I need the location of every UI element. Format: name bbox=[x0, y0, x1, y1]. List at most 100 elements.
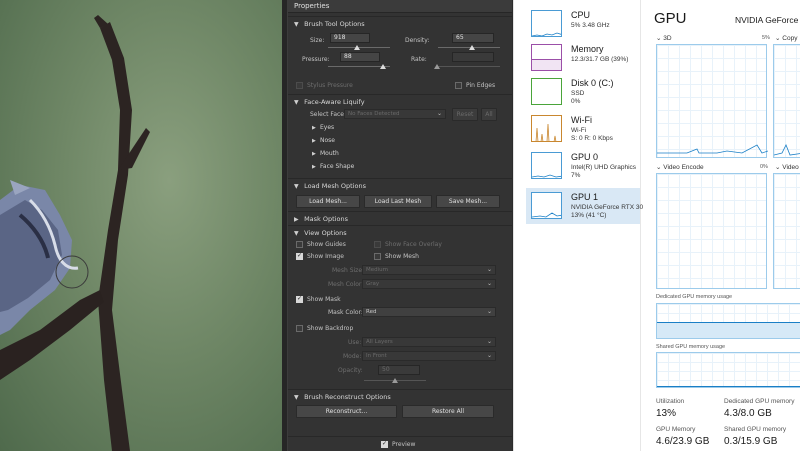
reset-button[interactable]: Reset bbox=[452, 108, 478, 121]
graph-video-encode-percent: 0% bbox=[760, 164, 768, 170]
graph-video-selector[interactable]: ⌄ Video bbox=[775, 163, 799, 171]
gpu-model-name: NVIDIA GeForce bbox=[735, 15, 799, 25]
graph-copy-selector[interactable]: ⌄ Copy bbox=[775, 34, 797, 42]
rate-slider-track[interactable] bbox=[438, 66, 500, 67]
preview-checkbox[interactable] bbox=[381, 440, 388, 448]
dedicated-memory-value: 4.3/8.0 GB bbox=[724, 408, 772, 419]
brush-checkbox-row: Stylus Pressure Pin Edges bbox=[288, 80, 512, 92]
graph-video-encode-label: Video Encode bbox=[663, 164, 704, 171]
density-input[interactable]: 65 bbox=[452, 33, 494, 43]
graph-3d-selector[interactable]: ⌄ 3D bbox=[656, 34, 672, 42]
resource-name: CPU bbox=[571, 10, 591, 20]
stylus-pressure-checkbox[interactable] bbox=[296, 82, 303, 89]
pressure-slider-thumb[interactable] bbox=[380, 64, 386, 69]
resource-gpu-0[interactable]: GPU 0 Intel(R) UHD Graphics 7% bbox=[526, 148, 640, 184]
subsection-mouth[interactable]: ▶ Mouth bbox=[312, 150, 339, 157]
liquify-canvas[interactable] bbox=[0, 0, 282, 451]
resource-memory[interactable]: Memory 12.3/31.7 GB (39%) bbox=[526, 40, 640, 76]
resource-detail: 7% bbox=[571, 172, 581, 179]
graph-copy-label: Copy bbox=[782, 35, 798, 42]
section-brush-tool-options[interactable]: ▼ Brush Tool Options bbox=[288, 16, 512, 30]
resource-name: Memory bbox=[571, 44, 604, 54]
memory-mini-graph bbox=[531, 44, 562, 71]
section-face-aware-liquify[interactable]: ▼ Face-Aware Liquify bbox=[288, 94, 512, 108]
size-slider-thumb[interactable] bbox=[354, 45, 360, 50]
wifi-mini-graph bbox=[531, 115, 562, 142]
show-face-overlay-checkbox[interactable] bbox=[374, 241, 381, 248]
select-face-dropdown[interactable]: No Faces Detected ⌄ bbox=[344, 109, 446, 119]
subsection-face-shape[interactable]: ▶ Face Shape bbox=[312, 163, 354, 170]
load-mesh-button[interactable]: Load Mesh... bbox=[296, 195, 360, 208]
resource-wifi[interactable]: Wi-Fi Wi-Fi S: 0 R: 0 Kbps bbox=[526, 111, 640, 147]
utilization-label: Utilization bbox=[656, 398, 685, 405]
size-label: Size: bbox=[310, 37, 325, 44]
resource-gpu-1[interactable]: GPU 1 NVIDIA GeForce RTX 30 13% (41 °C) bbox=[526, 188, 643, 224]
pressure-input[interactable]: 88 bbox=[340, 52, 380, 62]
resource-detail: Intel(R) UHD Graphics bbox=[571, 164, 637, 171]
show-backdrop-checkbox[interactable] bbox=[296, 325, 303, 332]
subsection-nose[interactable]: ▶ Nose bbox=[312, 137, 335, 144]
reconstruct-button[interactable]: Reconstruct... bbox=[296, 405, 397, 418]
use-dropdown[interactable]: All Layers ⌄ bbox=[362, 337, 496, 347]
mask-color-dropdown[interactable]: Red ⌄ bbox=[362, 307, 496, 317]
preview-label: Preview bbox=[392, 441, 416, 448]
show-mesh-checkbox[interactable] bbox=[374, 253, 381, 260]
subsection-label: Mouth bbox=[320, 150, 339, 157]
subsection-eyes[interactable]: ▶ Eyes bbox=[312, 124, 334, 131]
section-brush-reconstruct-options[interactable]: ▼ Brush Reconstruct Options bbox=[288, 389, 512, 403]
gpu-detail-pane: GPU NVIDIA GeForce ⌄ 3D 5% ⌄ Copy ⌄ Vide… bbox=[642, 0, 800, 451]
section-mask-options[interactable]: ▶ Mask Options bbox=[288, 211, 512, 225]
section-heading: Load Mesh Options bbox=[304, 182, 366, 190]
resource-cpu[interactable]: CPU 5% 3.48 GHz bbox=[526, 6, 640, 42]
section-load-mesh-options[interactable]: ▼ Load Mesh Options bbox=[288, 178, 512, 192]
shared-memory-graph-label: Shared GPU memory usage bbox=[656, 344, 726, 350]
gpu0-mini-graph bbox=[531, 152, 562, 179]
opacity-slider-thumb[interactable] bbox=[392, 378, 398, 383]
graph-video-encode-selector[interactable]: ⌄ Video Encode bbox=[656, 163, 704, 171]
size-input[interactable]: 918 bbox=[330, 33, 370, 43]
mesh-size-dropdown[interactable]: Medium ⌄ bbox=[362, 265, 496, 275]
use-value: All Layers bbox=[366, 339, 393, 345]
resource-name: Disk 0 (C:) bbox=[571, 78, 614, 88]
section-view-options[interactable]: ▼ View Options bbox=[288, 225, 512, 239]
brush-options-group: Size: 918 Density: 65 Pressure: 88 Rate: bbox=[288, 30, 512, 80]
pin-edges-label: Pin Edges bbox=[466, 82, 496, 89]
restore-all-button[interactable]: Restore All bbox=[402, 405, 494, 418]
stylus-pressure-label: Stylus Pressure bbox=[307, 82, 353, 89]
mask-color-value: Red bbox=[366, 309, 377, 315]
rate-input[interactable] bbox=[452, 52, 494, 62]
resource-detail: 0% bbox=[571, 98, 581, 105]
show-mesh-label: Show Mesh bbox=[385, 253, 419, 260]
mesh-color-dropdown[interactable]: Gray ⌄ bbox=[362, 279, 496, 289]
show-guides-label: Show Guides bbox=[307, 241, 346, 248]
density-slider-thumb[interactable] bbox=[469, 45, 475, 50]
dedicated-memory-label: Dedicated GPU memory bbox=[724, 398, 795, 405]
pin-edges-checkbox[interactable] bbox=[455, 82, 462, 89]
resource-disk[interactable]: Disk 0 (C:) SSD 0% bbox=[526, 74, 640, 110]
show-mask-checkbox[interactable] bbox=[296, 295, 303, 303]
select-face-label: Select Face: bbox=[310, 111, 347, 118]
all-button[interactable]: All bbox=[481, 108, 497, 121]
save-mesh-button[interactable]: Save Mesh... bbox=[436, 195, 500, 208]
bird-on-branch-image bbox=[0, 15, 150, 451]
subsection-label: Face Shape bbox=[320, 163, 355, 170]
panel-title: Properties bbox=[288, 0, 512, 13]
opacity-input[interactable]: 50 bbox=[378, 365, 420, 375]
mesh-size-value: Medium bbox=[366, 267, 388, 273]
show-image-checkbox[interactable] bbox=[296, 252, 303, 260]
rate-slider-thumb[interactable] bbox=[434, 64, 440, 69]
section-heading: View Options bbox=[304, 229, 347, 237]
mode-label: Mode: bbox=[343, 353, 362, 360]
mask-color-label: Mask Color: bbox=[328, 309, 363, 316]
cpu-mini-graph bbox=[531, 10, 562, 37]
mode-dropdown[interactable]: In Front ⌄ bbox=[362, 351, 496, 361]
collapsed-triangle-icon: ▶ bbox=[312, 164, 316, 170]
load-last-mesh-button[interactable]: Load Last Mesh bbox=[364, 195, 432, 208]
section-heading: Face-Aware Liquify bbox=[304, 98, 365, 106]
graph-3d-label: 3D bbox=[663, 35, 672, 42]
utilization-value: 13% bbox=[656, 408, 677, 419]
collapsed-triangle-icon: ▶ bbox=[312, 151, 316, 157]
resource-list: CPU 5% 3.48 GHz Memory 12.3/31.7 GB (39%… bbox=[514, 0, 643, 451]
subsection-label: Nose bbox=[320, 137, 335, 144]
show-guides-checkbox[interactable] bbox=[296, 241, 303, 248]
